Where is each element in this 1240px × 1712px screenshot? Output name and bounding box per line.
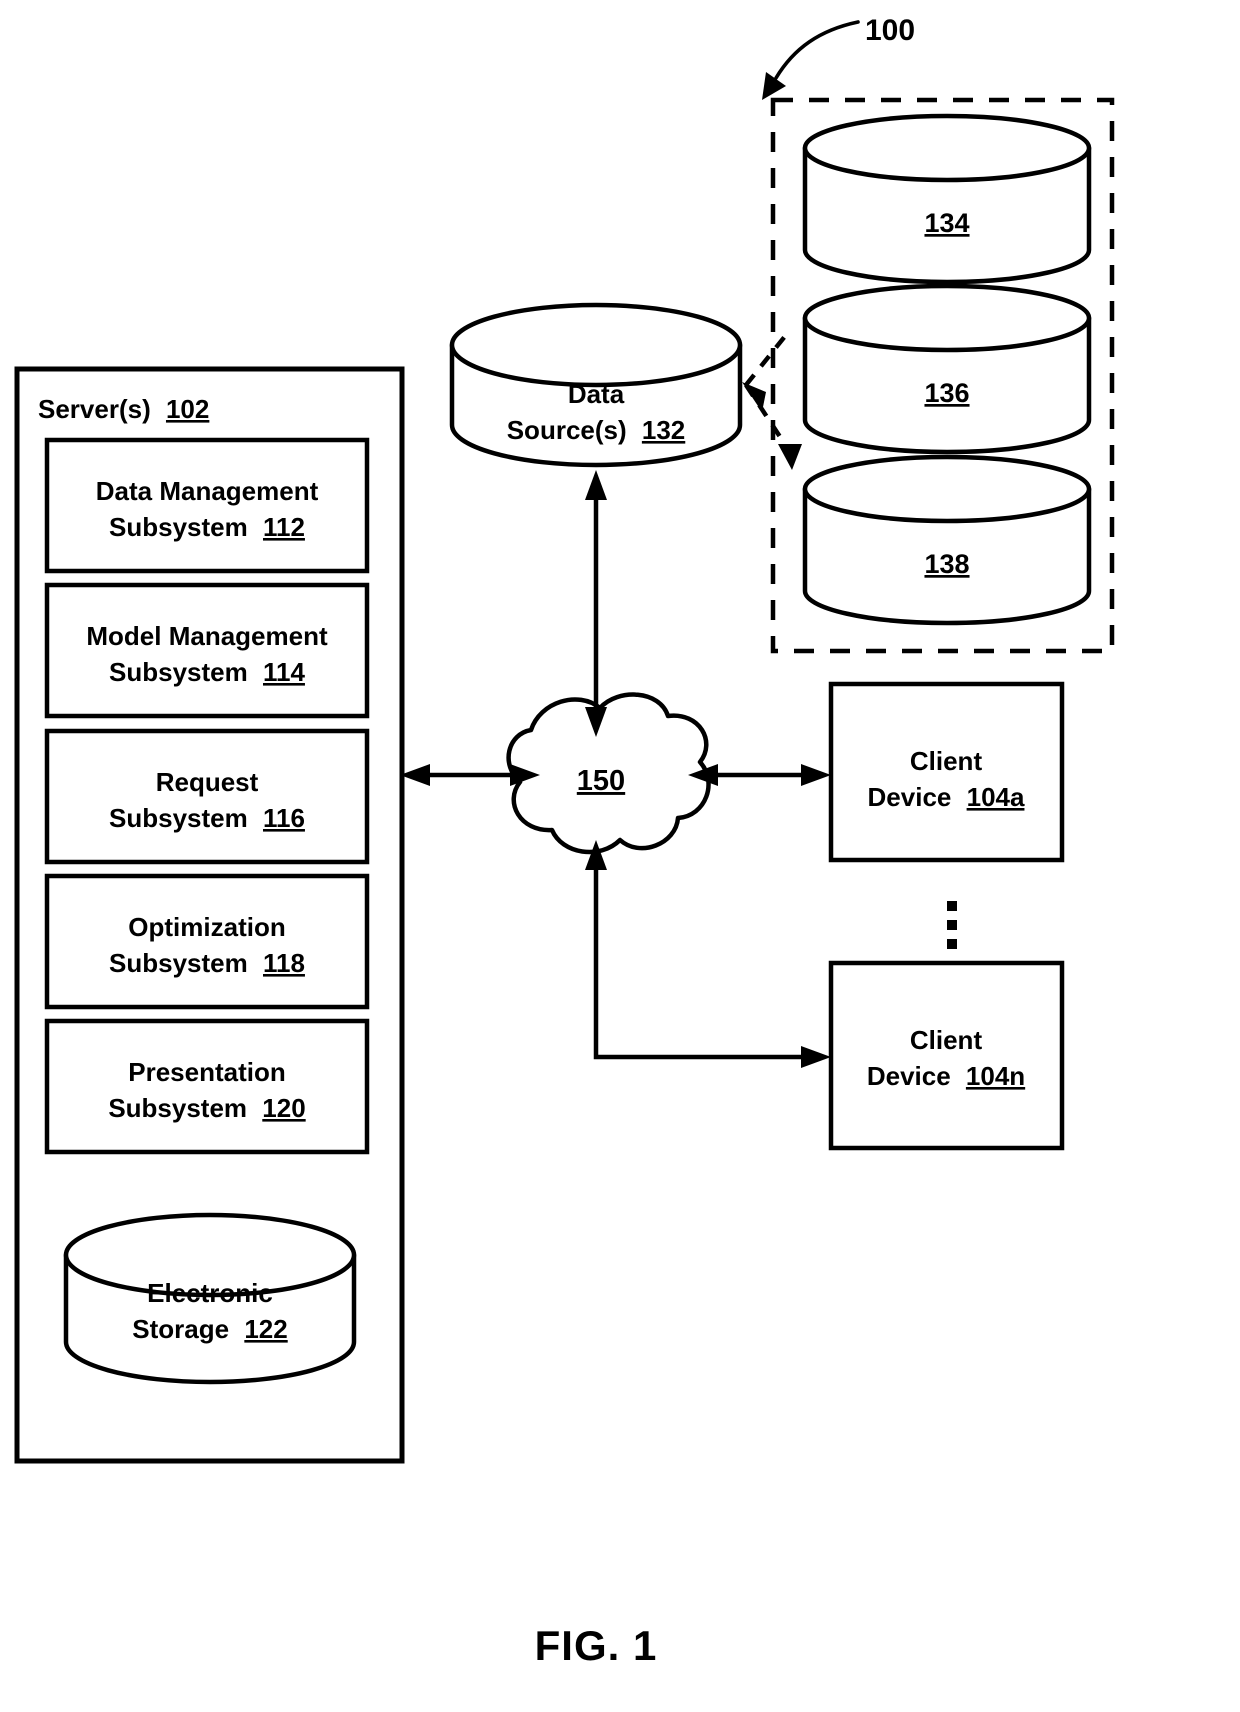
subsystem-request[interactable]: Request Subsystem 116 [44, 728, 370, 865]
cylinder-136-ref: 136 [924, 378, 969, 408]
server-panel-title: Server(s) 102 [38, 394, 209, 424]
system-reference-callout: 100 [762, 14, 915, 100]
subsystem-114-line2: Subsystem 114 [109, 657, 305, 687]
cylinder-136-top [802, 283, 1092, 353]
subsystem-model-management[interactable]: Model Management Subsystem 114 [44, 582, 370, 719]
connector-cloud-client104n [593, 862, 813, 1060]
data-source-item-134[interactable]: 134 [802, 113, 1092, 285]
arrowhead-datasource-up [585, 470, 607, 500]
branch-arrowhead-left [742, 382, 766, 412]
electronic-storage-cylinder[interactable]: Electronic Storage 122 [63, 1212, 357, 1385]
network-ref-150: 150 [577, 765, 625, 797]
data-source-group-box: 134 136 138 [770, 97, 1115, 654]
cylinder-138-ref: 138 [924, 549, 969, 579]
client-104n-line2: Device 104n [867, 1061, 1025, 1091]
storage-label-line1: Electronic [147, 1278, 273, 1308]
data-source-item-138[interactable]: 138 [802, 454, 1092, 626]
system-ref-arrowhead [762, 72, 786, 100]
subsystem-118-line1: Optimization [128, 912, 285, 942]
cylinder-134-ref: 134 [924, 208, 969, 238]
server-title-text: Server(s) [38, 394, 151, 424]
arrowhead-client104a-left [801, 764, 831, 786]
ellipsis-dot-1 [947, 901, 957, 911]
subsystem-116-line1: Request [156, 767, 259, 797]
subsystem-114-line1: Model Management [86, 621, 328, 651]
subsystem-116-line2: Subsystem 116 [109, 803, 305, 833]
data-source-item-136[interactable]: 136 [802, 283, 1092, 455]
data-source-cylinder[interactable]: Data Source(s) 132 [449, 302, 743, 468]
cylinder-138-top [802, 454, 1092, 524]
client-104n-box [828, 960, 1065, 1151]
client-104a-ref: 104a [967, 782, 1025, 812]
client-device-104a[interactable]: Client Device 104a [828, 681, 1065, 863]
data-source-ref: 132 [642, 415, 685, 445]
subsystem-data-management[interactable]: Data Management Subsystem 112 [44, 437, 370, 574]
subsystem-120-ref: 120 [262, 1093, 305, 1123]
ellipsis-dot-3 [947, 939, 957, 949]
storage-ref: 122 [244, 1314, 287, 1344]
branch-upper-dashed [744, 328, 792, 387]
subsystem-presentation[interactable]: Presentation Subsystem 120 [44, 1018, 370, 1155]
subsystem-114-ref: 114 [263, 657, 305, 687]
ellipsis-dot-2 [947, 920, 957, 930]
client-104a-line1: Client [910, 746, 983, 776]
cylinder-134-top [802, 113, 1092, 183]
subsystem-116-ref: 116 [263, 803, 305, 833]
system-ref-100: 100 [865, 14, 915, 47]
figure-caption: FIG. 1 [535, 1622, 658, 1669]
server-panel: Server(s) 102 Data Management Subsystem … [14, 366, 405, 1464]
client-device-ellipsis [947, 901, 957, 949]
subsystem-120-line2: Subsystem 120 [108, 1093, 305, 1123]
data-source-cylinder-top [449, 302, 743, 388]
data-source-label-line2: Source(s) 132 [507, 415, 686, 445]
subsystem-112-ref: 112 [263, 512, 305, 542]
data-source-label-line1: Data [568, 379, 625, 409]
arrowhead-client104n-left [801, 1046, 831, 1068]
client-device-104n[interactable]: Client Device 104n [828, 960, 1065, 1151]
client-104a-line2: Device 104a [868, 782, 1025, 812]
branch-arrowhead-lower [778, 444, 802, 470]
storage-label-line2: Storage 122 [132, 1314, 287, 1344]
patent-figure-page: Server(s) 102 Data Management Subsystem … [0, 0, 1240, 1712]
server-title-ref: 102 [166, 394, 209, 424]
system-ref-leader-line [774, 20, 860, 80]
network-cloud[interactable]: 150 [506, 692, 711, 855]
client-104n-line1: Client [910, 1025, 983, 1055]
subsystem-120-line1: Presentation [128, 1057, 286, 1087]
client-104n-ref: 104n [966, 1061, 1025, 1091]
subsystem-118-ref: 118 [263, 948, 305, 978]
system-architecture-diagram: Server(s) 102 Data Management Subsystem … [14, 14, 1115, 1669]
subsystem-118-line2: Subsystem 118 [109, 948, 305, 978]
subsystem-112-line2: Subsystem 112 [109, 512, 305, 542]
subsystem-112-line1: Data Management [96, 476, 319, 506]
subsystem-optimization[interactable]: Optimization Subsystem 118 [44, 873, 370, 1010]
